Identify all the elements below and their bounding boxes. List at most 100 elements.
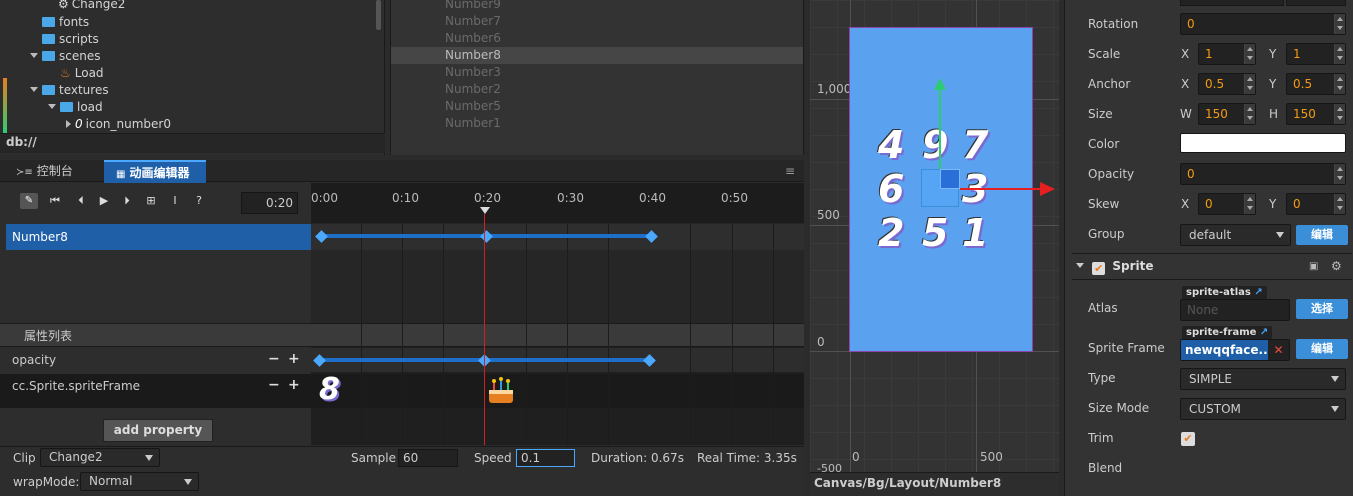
record-button[interactable]: ✎ [20,193,38,209]
stepper[interactable] [1244,104,1255,124]
group-select[interactable]: default [1180,224,1291,246]
asset-icon-number0[interactable]: 0 icon_number0 [66,116,171,133]
group-edit-button[interactable]: 编辑 [1296,225,1348,245]
stepper[interactable] [1334,74,1345,94]
wrapmode-select[interactable]: Normal [80,472,199,491]
atlas-select-button[interactable]: 选择 [1296,299,1348,319]
stepper[interactable] [1334,14,1345,34]
sample-input[interactable]: 60 [398,449,458,467]
external-link-icon[interactable]: ↗ [1260,327,1268,338]
asset-scenes[interactable]: scenes [30,48,100,65]
node-item-number2[interactable]: Number2 [445,81,501,98]
chevron-down-icon[interactable] [48,104,56,109]
node-item-number3[interactable]: Number3 [445,64,501,81]
chevron-down-icon[interactable] [30,87,38,92]
external-link-icon[interactable]: ↗ [1254,287,1262,298]
stepper[interactable] [1334,194,1345,214]
current-time-field[interactable]: 0:20 [241,192,298,214]
stepper[interactable] [1244,44,1255,64]
blend-label: Blend [1088,461,1123,475]
tick-label: 0:30 [557,191,584,205]
node-item-number6[interactable]: Number6 [445,30,501,47]
console-icon: ≻≡ [16,167,33,178]
play-icon[interactable]: ▶ [97,194,111,208]
node-item-number8[interactable]: Number8 [445,47,501,64]
node-item-number7[interactable]: Number7 [445,13,501,30]
add-keyframe-button[interactable]: + [288,377,300,393]
asset-scripts[interactable]: scripts [42,31,99,48]
asset-load-scene[interactable]: ♨ Load [60,65,104,82]
skew-x-input[interactable]: 0 [1198,193,1256,215]
number-sprite[interactable]: 7 [962,123,988,167]
remove-prop-button[interactable]: − [268,377,280,393]
trim-checkbox[interactable]: ✔ [1181,432,1195,446]
stepper[interactable] [1334,44,1345,64]
asset-load-folder[interactable]: load [48,99,103,116]
size-h-input[interactable]: 150 [1286,103,1346,125]
asset-fonts[interactable]: fonts [42,14,89,31]
size-w-input[interactable]: 150 [1198,103,1256,125]
playhead-marker[interactable] [480,207,490,214]
insert-event-icon[interactable]: I [168,194,182,208]
node-item-number1[interactable]: Number1 [445,115,501,132]
move-gizmo-x-arrow[interactable] [1040,182,1055,196]
asset-textures[interactable]: textures [30,82,109,99]
move-gizmo-y-arrow[interactable] [934,78,946,90]
clear-icon[interactable]: ✕ [1268,340,1289,360]
move-gizmo-x-axis[interactable] [960,188,1042,190]
node-track-selected[interactable]: Number8 [6,224,311,250]
node-item-number9[interactable]: Number9 [445,0,501,13]
jump-first-icon[interactable]: ⏮ [48,194,62,208]
chevron-down-icon[interactable] [1076,263,1084,268]
sprite-section-header[interactable]: ✔ Sprite [1076,259,1154,275]
rotation-input[interactable]: 0 [1180,13,1346,35]
book-icon[interactable]: ▣ [1309,261,1318,272]
enable-checkbox[interactable]: ✔ [1092,262,1106,275]
help-icon[interactable]: ? [192,194,206,208]
stepper[interactable] [1334,164,1345,184]
clip-select[interactable]: Change2 [40,448,160,467]
move-gizmo-center[interactable] [940,169,960,189]
tab-console[interactable]: ≻≡ 控制台 [0,160,103,182]
remove-prop-button[interactable]: − [268,351,280,367]
number-sprite[interactable]: 9 [922,123,948,167]
scale-y-input[interactable]: 1 [1286,43,1346,65]
stepper[interactable] [1244,194,1255,214]
anchor-x-input[interactable]: 0.5 [1198,73,1256,95]
gear-icon[interactable]: ⚙ [1331,259,1342,273]
chevron-down-icon[interactable] [30,53,38,58]
number-sprite[interactable]: 1 [962,211,988,255]
opacity-input[interactable]: 0 [1180,163,1346,185]
number-sprite[interactable]: 6 [878,167,904,211]
type-select[interactable]: SIMPLE [1180,368,1346,390]
move-gizmo-y-axis[interactable] [939,88,941,169]
panel-menu-icon[interactable]: ≡ [785,164,795,178]
tab-animation-editor[interactable]: ▦ 动画编辑器 [104,160,206,183]
skew-y-input[interactable]: 0 [1286,193,1346,215]
atlas-field[interactable]: None [1180,299,1290,321]
next-frame-icon[interactable]: ⏵ [120,194,134,208]
asset-change2[interactable]: ⚙ Change2 [58,0,125,13]
color-swatch[interactable] [1180,133,1346,153]
number-sprite[interactable]: 5 [922,211,948,255]
assets-scrollbar[interactable] [376,0,381,30]
chevron-down-icon [1331,376,1339,382]
sprite-keyframe-8[interactable]: 8 [319,372,340,407]
number-sprite[interactable]: 2 [878,211,904,255]
scale-x-input[interactable]: 1 [1198,43,1256,65]
prev-frame-icon[interactable]: ⏴ [74,194,88,208]
chevron-right-icon[interactable] [66,120,71,128]
number-sprite[interactable]: 4 [878,123,904,167]
speed-input[interactable]: 0.1 [516,449,575,467]
add-property-button[interactable]: add property [103,419,213,442]
add-frame-icon[interactable]: ⊞ [144,194,158,208]
w-label: W [1180,107,1192,121]
add-keyframe-button[interactable]: + [288,351,300,367]
sprite-frame-edit-button[interactable]: 编辑 [1296,339,1348,359]
stepper[interactable] [1244,74,1255,94]
node-item-number5[interactable]: Number5 [445,98,501,115]
anchor-y-input[interactable]: 0.5 [1286,73,1346,95]
stepper[interactable] [1334,104,1345,124]
size-mode-select[interactable]: CUSTOM [1180,398,1346,420]
cake-icon[interactable] [486,376,516,406]
